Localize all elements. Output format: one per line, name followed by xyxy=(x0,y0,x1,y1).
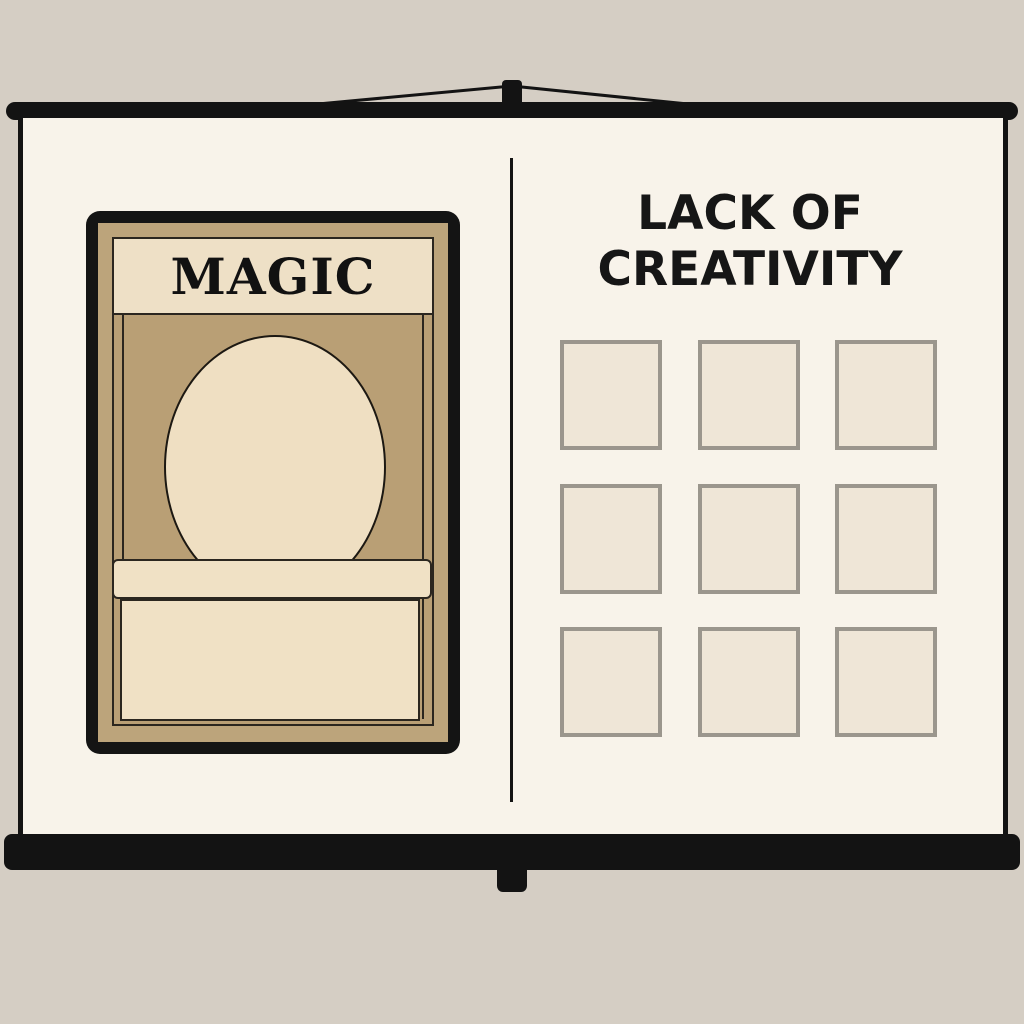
magic-card: MAGIC xyxy=(86,211,460,754)
placeholder-tile xyxy=(560,627,662,737)
heading-line-1: LACK OF xyxy=(637,186,863,241)
placeholder-tile xyxy=(835,484,937,594)
placeholder-tile xyxy=(560,340,662,450)
card-title-box: MAGIC xyxy=(114,239,432,315)
tile-grid xyxy=(560,340,944,744)
placeholder-tile xyxy=(698,627,800,737)
card-type-line xyxy=(112,559,432,599)
placeholder-tile xyxy=(835,627,937,737)
bottom-roller-bar xyxy=(4,834,1020,870)
projector-screen-scene: MAGIC LACK OF CREATIVITY xyxy=(0,0,1024,1024)
placeholder-tile xyxy=(698,484,800,594)
placeholder-tile xyxy=(560,484,662,594)
card-border: MAGIC xyxy=(98,223,448,742)
heading: LACK OF CREATIVITY xyxy=(530,186,970,298)
card-title: MAGIC xyxy=(170,246,376,306)
placeholder-tile xyxy=(698,340,800,450)
placeholder-tile xyxy=(835,340,937,450)
center-divider xyxy=(510,158,513,802)
heading-line-2: CREATIVITY xyxy=(597,242,903,297)
card-text-box xyxy=(120,599,420,721)
